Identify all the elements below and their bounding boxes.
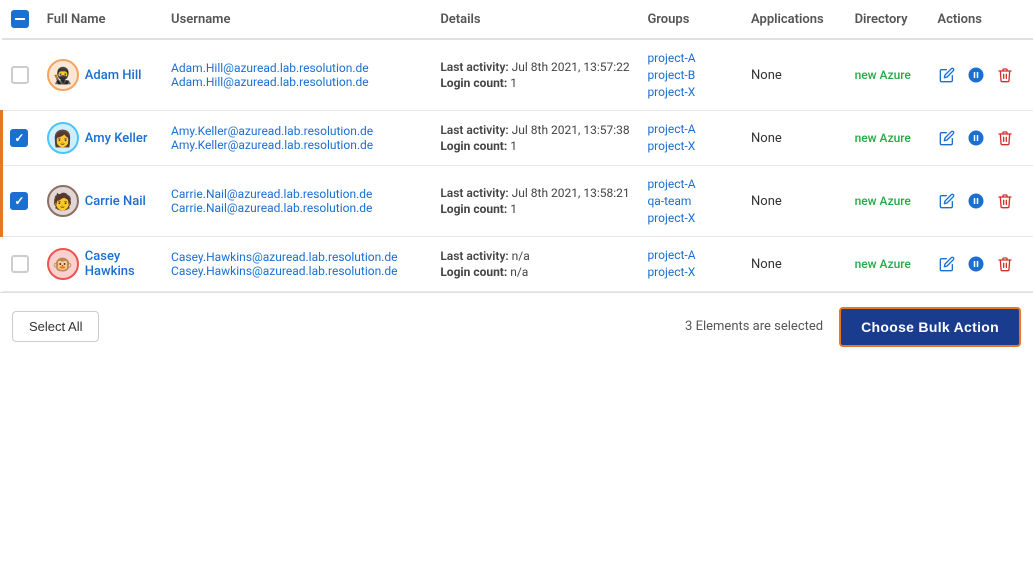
user-email-secondary-casey-hawkins[interactable]: Casey.Hawkins@azuread.lab.resolution.de bbox=[171, 264, 424, 278]
group-link-project-A[interactable]: project-A bbox=[647, 121, 735, 138]
user-login-count-amy-keller: Login count: 1 bbox=[440, 139, 631, 153]
user-groups-amy-keller: project-Aproject-X bbox=[639, 111, 743, 166]
user-email-primary-amy-keller[interactable]: Amy.Keller@azuread.lab.resolution.de bbox=[171, 124, 424, 138]
group-link-project-X[interactable]: project-X bbox=[647, 264, 735, 281]
user-applications-carrie-nail: None bbox=[743, 165, 847, 236]
group-link-project-X[interactable]: project-X bbox=[647, 210, 735, 227]
block-icon-carrie-nail[interactable] bbox=[965, 190, 987, 212]
user-name-link-amy-keller[interactable]: Amy Keller bbox=[85, 131, 148, 146]
user-email-secondary-adam-hill[interactable]: Adam.Hill@azuread.lab.resolution.de bbox=[171, 75, 424, 89]
footer-right: 3 Elements are selected Choose Bulk Acti… bbox=[685, 307, 1021, 347]
edit-icon-casey-hawkins[interactable] bbox=[937, 254, 957, 274]
row-checkbox-carrie-nail[interactable] bbox=[10, 192, 28, 210]
user-name-link-casey-hawkins[interactable]: Casey Hawkins bbox=[85, 249, 155, 279]
col-header-groups: Groups bbox=[639, 0, 743, 39]
user-applications-amy-keller: None bbox=[743, 111, 847, 166]
user-last-activity-carrie-nail: Last activity: Jul 8th 2021, 13:58:21 bbox=[440, 186, 631, 200]
delete-icon-carrie-nail[interactable] bbox=[995, 191, 1015, 211]
table-row: 👩 Amy Keller Amy.Keller@azuread.lab.resolu… bbox=[2, 111, 1033, 166]
bulk-action-button[interactable]: Choose Bulk Action bbox=[839, 307, 1021, 347]
user-last-activity-amy-keller: Last activity: Jul 8th 2021, 13:57:38 bbox=[440, 123, 631, 137]
edit-icon-amy-keller[interactable] bbox=[937, 128, 957, 148]
col-header-username: Username bbox=[163, 0, 432, 39]
block-icon-adam-hill[interactable] bbox=[965, 64, 987, 86]
user-login-count-adam-hill: Login count: 1 bbox=[440, 76, 631, 90]
user-actions-casey-hawkins bbox=[937, 253, 1025, 275]
group-link-project-X[interactable]: project-X bbox=[647, 84, 735, 101]
block-icon-casey-hawkins[interactable] bbox=[965, 253, 987, 275]
user-applications-adam-hill: None bbox=[743, 39, 847, 111]
user-avatar-adam-hill: 🥷 bbox=[47, 59, 79, 91]
user-login-count-casey-hawkins: Login count: n/a bbox=[440, 265, 631, 279]
edit-icon-adam-hill[interactable] bbox=[937, 65, 957, 85]
users-table: Full Name Username Details Groups Applic… bbox=[0, 0, 1033, 292]
footer: Select All 3 Elements are selected Choos… bbox=[0, 292, 1033, 359]
group-link-project-A[interactable]: project-A bbox=[647, 176, 735, 193]
row-checkbox-casey-hawkins[interactable] bbox=[11, 255, 29, 273]
user-name-link-adam-hill[interactable]: Adam Hill bbox=[85, 68, 142, 83]
user-groups-carrie-nail: project-Aqa-teamproject-X bbox=[639, 165, 743, 236]
main-container: Full Name Username Details Groups Applic… bbox=[0, 0, 1033, 580]
user-email-primary-adam-hill[interactable]: Adam.Hill@azuread.lab.resolution.de bbox=[171, 61, 424, 75]
user-email-primary-carrie-nail[interactable]: Carrie.Nail@azuread.lab.resolution.de bbox=[171, 187, 424, 201]
group-link-project-B[interactable]: project-B bbox=[647, 67, 735, 84]
select-all-button[interactable]: Select All bbox=[12, 311, 99, 342]
table-row: 🐵Casey Hawkins Casey.Hawkins@azuread.lab.… bbox=[2, 237, 1033, 292]
user-avatar-casey-hawkins: 🐵 bbox=[47, 248, 79, 280]
user-directory-link-amy-keller[interactable]: new Azure bbox=[855, 131, 911, 145]
select-all-checkbox[interactable] bbox=[11, 10, 29, 28]
table-row: 🥷 Adam Hill Adam.Hill@azuread.lab.resoluti… bbox=[2, 39, 1033, 111]
row-checkbox-adam-hill[interactable] bbox=[11, 66, 29, 84]
user-avatar-carrie-nail: 🧑 bbox=[47, 185, 79, 217]
user-last-activity-casey-hawkins: Last activity: n/a bbox=[440, 249, 631, 263]
user-last-activity-adam-hill: Last activity: Jul 8th 2021, 13:57:22 bbox=[440, 60, 631, 74]
delete-icon-amy-keller[interactable] bbox=[995, 128, 1015, 148]
user-actions-carrie-nail bbox=[937, 190, 1025, 212]
group-link-qa-team[interactable]: qa-team bbox=[647, 193, 735, 210]
user-email-primary-casey-hawkins[interactable]: Casey.Hawkins@azuread.lab.resolution.de bbox=[171, 250, 424, 264]
col-header-fullname: Full Name bbox=[39, 0, 163, 39]
user-avatar-amy-keller: 👩 bbox=[47, 122, 79, 154]
col-header-directory: Directory bbox=[847, 0, 930, 39]
delete-icon-adam-hill[interactable] bbox=[995, 65, 1015, 85]
user-name-link-carrie-nail[interactable]: Carrie Nail bbox=[85, 194, 146, 209]
col-header-actions: Actions bbox=[929, 0, 1033, 39]
user-actions-amy-keller bbox=[937, 127, 1025, 149]
row-checkbox-amy-keller[interactable] bbox=[10, 129, 28, 147]
user-login-count-carrie-nail: Login count: 1 bbox=[440, 202, 631, 216]
user-directory-link-adam-hill[interactable]: new Azure bbox=[855, 68, 911, 82]
user-email-secondary-carrie-nail[interactable]: Carrie.Nail@azuread.lab.resolution.de bbox=[171, 201, 424, 215]
user-actions-adam-hill bbox=[937, 64, 1025, 86]
user-directory-link-carrie-nail[interactable]: new Azure bbox=[855, 194, 911, 208]
delete-icon-casey-hawkins[interactable] bbox=[995, 254, 1015, 274]
elements-selected-count: 3 Elements are selected bbox=[685, 319, 823, 334]
user-groups-adam-hill: project-Aproject-Bproject-X bbox=[639, 39, 743, 111]
user-applications-casey-hawkins: None bbox=[743, 237, 847, 292]
col-header-details: Details bbox=[432, 0, 639, 39]
user-directory-link-casey-hawkins[interactable]: new Azure bbox=[855, 257, 911, 271]
table-row: 🧑 Carrie Nail Carrie.Nail@azuread.lab.reso… bbox=[2, 165, 1033, 236]
edit-icon-carrie-nail[interactable] bbox=[937, 191, 957, 211]
user-groups-casey-hawkins: project-Aproject-X bbox=[639, 237, 743, 292]
user-email-secondary-amy-keller[interactable]: Amy.Keller@azuread.lab.resolution.de bbox=[171, 138, 424, 152]
group-link-project-X[interactable]: project-X bbox=[647, 138, 735, 155]
group-link-project-A[interactable]: project-A bbox=[647, 247, 735, 264]
col-header-applications: Applications bbox=[743, 0, 847, 39]
group-link-project-A[interactable]: project-A bbox=[647, 50, 735, 67]
block-icon-amy-keller[interactable] bbox=[965, 127, 987, 149]
